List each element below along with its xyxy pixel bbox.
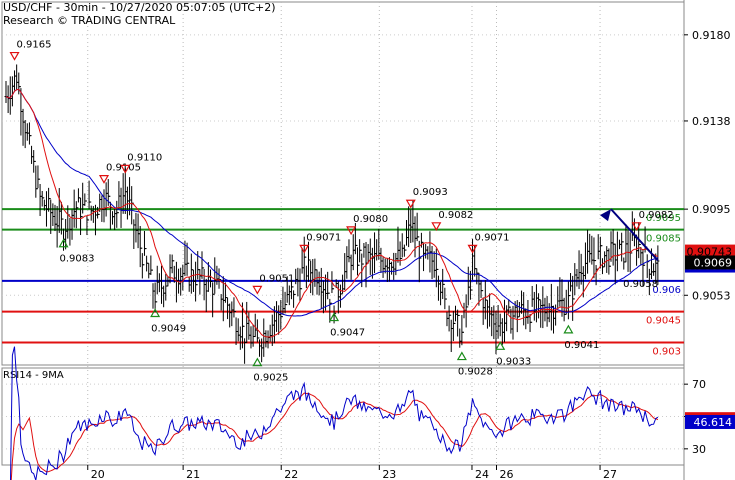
pivot-label: 0.9110 (127, 152, 162, 163)
level-label: 0.9085 (646, 234, 681, 245)
x-tick-label: 27 (603, 468, 617, 480)
chart-title: USD/CHF - 30min - 10/27/2020 05:07:05 (U… (3, 1, 276, 14)
pivot-label: 0.9071 (475, 232, 510, 243)
pivot-label: 0.9083 (60, 254, 95, 265)
price-tick-label: 0.9095 (692, 203, 731, 216)
pivot-label: 0.9082 (639, 210, 674, 221)
pivot-label: 0.9033 (496, 356, 531, 367)
price-tick-label: 0.9180 (692, 29, 731, 42)
pivot-label: 0.9041 (564, 340, 599, 351)
pivot-label: 0.9093 (413, 187, 448, 198)
pivot-label: 0.9049 (151, 323, 186, 334)
pivot-label: 0.9025 (253, 373, 288, 384)
pivot-label: 0.9165 (17, 40, 52, 51)
pivot-label: 0.9047 (330, 328, 365, 339)
level-label: 0.9045 (646, 316, 681, 327)
pivot-label: 0.9051 (259, 273, 294, 284)
chart-area: 0.9180 0.9138 0.9095 0.9053 20 21 22 23 24 26 27 0.… (1, 0, 735, 480)
price-tick-label: 0.9138 (692, 115, 731, 128)
x-tick-label: 24 (475, 468, 489, 480)
x-tick-label: 20 (91, 468, 105, 480)
pivot-label: 0.9058 (623, 279, 658, 290)
x-tick-label: 23 (382, 468, 396, 480)
x-tick-label: 22 (284, 468, 298, 480)
price-tick-label: 0.9053 (692, 289, 731, 302)
pivot-label: 0.9071 (306, 232, 341, 243)
x-tick-label: 26 (500, 468, 514, 480)
pivot-label: 0.9028 (458, 367, 493, 378)
chart-source: Research © TRADING CENTRAL (3, 14, 176, 27)
last-price-tag: 0.9069 (694, 256, 733, 269)
price-pane (1, 1, 685, 366)
rsi-tick-label: 70 (692, 378, 706, 391)
pivot-label: 0.9080 (353, 214, 388, 225)
pivot-label: 0.9082 (438, 210, 473, 221)
rsi-tick-label: 30 (692, 443, 706, 456)
level-label: 0.903 (652, 346, 681, 357)
rsi-tag: 46.614 (694, 416, 733, 429)
x-tick-label: 21 (186, 468, 200, 480)
